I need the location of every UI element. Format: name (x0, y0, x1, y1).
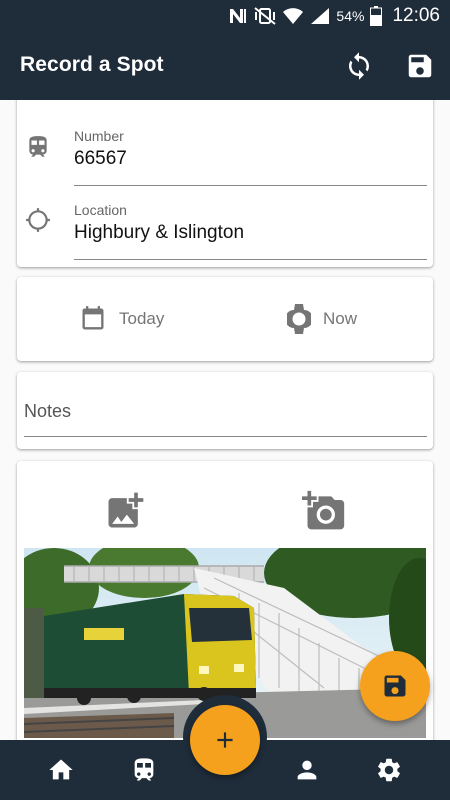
notes-card: Notes (17, 372, 433, 449)
number-input[interactable]: 66567 (74, 148, 127, 170)
form-content: Number 66567 Location Highbury & Islingt… (0, 100, 450, 740)
add-icon (217, 732, 233, 748)
clock: 12:06 (392, 5, 440, 26)
add-fab[interactable] (190, 705, 260, 775)
add-photo-icon[interactable] (102, 489, 148, 533)
notes-underline (24, 436, 427, 437)
save-icon (384, 675, 406, 697)
app-bar: Record a Spot (0, 33, 450, 100)
date-label: Today (119, 309, 165, 328)
home-icon[interactable] (47, 756, 75, 784)
location-label: Location (74, 202, 127, 218)
person-icon[interactable] (293, 756, 321, 784)
signal-icon (311, 8, 330, 24)
sync-icon[interactable] (344, 51, 374, 81)
gps-icon (26, 208, 50, 232)
number-underline (74, 185, 427, 186)
camera-add-icon[interactable] (299, 489, 349, 533)
battery-icon (370, 6, 383, 26)
train-icon (29, 136, 47, 157)
time-picker[interactable]: Now (287, 303, 357, 335)
save-icon[interactable] (405, 51, 435, 81)
save-fab[interactable] (360, 651, 430, 721)
location-input[interactable]: Highbury & Islington (74, 222, 244, 244)
datetime-card: Today Now (17, 277, 433, 361)
wifi-icon (283, 8, 304, 24)
train-icon[interactable] (130, 756, 158, 784)
calendar-icon (82, 306, 104, 330)
watch-icon (287, 304, 311, 334)
battery-percent: 54% (336, 8, 365, 24)
nfc-icon (230, 9, 247, 23)
settings-icon[interactable] (375, 756, 403, 784)
time-label: Now (323, 309, 358, 328)
notes-input[interactable]: Notes (24, 401, 71, 422)
number-label: Number (74, 128, 124, 144)
status-bar: 54% 12:06 (0, 0, 450, 33)
location-underline (74, 259, 427, 260)
spot-details-card: Number 66567 Location Highbury & Islingt… (17, 100, 433, 267)
vibrate-mute-icon (254, 7, 277, 25)
date-picker[interactable]: Today (79, 303, 164, 335)
page-title: Record a Spot (20, 53, 164, 76)
